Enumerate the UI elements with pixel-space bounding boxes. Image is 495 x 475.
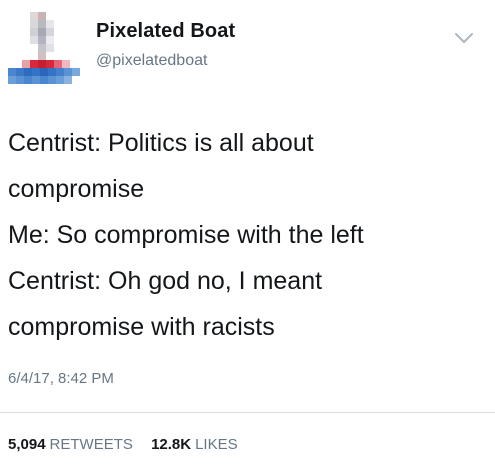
likes-label: LIKES	[195, 436, 238, 453]
tweet-timestamp[interactable]: 6/4/17, 8:42 PM	[8, 370, 114, 387]
retweets-count: 5,094	[8, 436, 46, 453]
display-name[interactable]: Pixelated Boat	[96, 20, 235, 43]
tweet-card: Pixelated Boat @pixelatedboat Centrist: …	[0, 0, 495, 475]
pixelated-boat-avatar-icon	[8, 12, 80, 84]
tweet-line: compromise	[8, 175, 145, 203]
avatar[interactable]	[8, 8, 80, 88]
likes-count: 12.8K	[151, 436, 192, 453]
retweets-label: RETWEETS	[49, 436, 133, 453]
retweets-stat[interactable]: 5,094 RETWEETS	[8, 436, 133, 453]
tweet-line: Centrist: Politics is all about	[8, 129, 314, 157]
user-handle[interactable]: @pixelatedboat	[96, 52, 207, 70]
tweet-line: Centrist: Oh god no, I meant	[8, 267, 323, 295]
divider	[0, 412, 495, 413]
chevron-down-icon[interactable]	[452, 30, 476, 46]
tweet-line: compromise with racists	[8, 313, 275, 341]
tweet-stats: 5,094 RETWEETS 12.8K LIKES	[8, 436, 252, 453]
tweet-text: Centrist: Politics is all about compromi…	[8, 120, 478, 350]
tweet-line: Me: So compromise with the left	[8, 221, 364, 249]
likes-stat[interactable]: 12.8K LIKES	[151, 436, 238, 453]
